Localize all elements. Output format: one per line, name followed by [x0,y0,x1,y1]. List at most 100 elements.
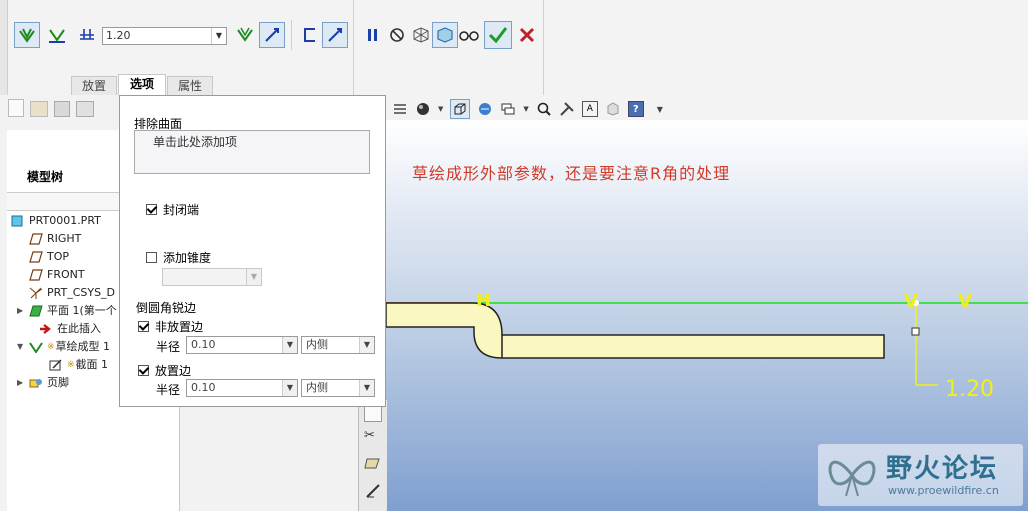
tree-item-sketch-form[interactable]: ▼ ※ 草绘成型 1 [11,338,117,356]
chevron-down-icon[interactable]: ▼ [438,105,443,113]
placement-label: 放置边 [155,364,192,378]
tree-item-label: TOP [47,250,70,263]
tree-item-label: RIGHT [47,232,82,245]
toolbar-overflow-icon[interactable]: ▼ [657,105,663,114]
flip-side-icon[interactable] [232,22,258,48]
model-tree-list: PRT0001.PRT RIGHT TOP FRONT PRT_CSYS_D ▶… [11,212,117,392]
tree-item-footer[interactable]: ▶ 页脚 [11,374,117,392]
chevron-down-icon[interactable]: ▼ [211,28,226,44]
datum-plane-icon [29,233,43,245]
sketch-tool-strip: ✂ [358,400,387,511]
closed-ends-checkbox[interactable]: 封闭端 [146,201,199,218]
side-icon[interactable] [297,22,323,48]
open-file-icon[interactable] [30,101,48,117]
text-sketch-icon[interactable] [364,482,382,500]
add-taper-label: 添加锥度 [163,251,212,265]
model-display-icon[interactable] [605,101,621,117]
checkbox-checked-icon[interactable] [146,204,157,215]
checkbox-checked-icon[interactable] [138,365,149,376]
chevron-down-icon[interactable]: ▼ [359,337,374,353]
tree-item-top[interactable]: TOP [11,248,117,266]
trim-icon[interactable]: ✂ [364,428,375,443]
tree-item-part[interactable]: PRT0001.PRT [11,212,117,230]
butterfly-logo-icon [828,460,876,497]
non-placement-label: 非放置边 [155,320,204,334]
expand-arrow-icon[interactable]: ▶ [17,374,29,392]
flip-material-icon[interactable] [259,22,285,48]
taper-value-dropdown[interactable]: ▼ [162,268,262,286]
watermark-url: www.proewildfire.cn [888,484,999,497]
tree-item-csys[interactable]: PRT_CSYS_D [11,284,117,302]
chevron-down-icon[interactable]: ▼ [359,380,374,396]
placement-radius-dropdown[interactable]: 0.10 ▼ [186,379,298,397]
view-list-icon[interactable] [392,101,408,117]
radius-label: 半径 [156,383,181,397]
tools-icon[interactable] [559,101,575,117]
feature-dashboard: 1.20 ▼ 放置 选项 属性 [0,0,1028,96]
new-file-icon[interactable] [8,99,24,117]
non-placement-radius-dropdown[interactable]: 0.10 ▼ [186,336,298,354]
placement-side-dropdown[interactable]: 内侧 ▼ [301,379,375,397]
print-icon[interactable] [76,101,94,117]
placement-checkbox[interactable]: 放置边 [138,362,191,379]
graphics-canvas[interactable]: 草绘成形外部参数，还是要注意R角的处理 H V V 1.20 野火论坛 www.… [386,120,1028,511]
pause-icon[interactable] [360,22,386,48]
closed-ends-label: 封闭端 [163,203,200,217]
tree-item-label: 草绘成型 1 [55,340,111,353]
plane-feature-icon [29,305,43,317]
collector-placeholder: 单击此处添加项 [153,135,238,149]
preview-solid-icon[interactable] [432,22,458,48]
tree-item-section[interactable]: ※ 截面 1 [11,356,117,374]
tree-item-label: 平面 1(第一个 [47,304,117,317]
chevron-down-icon[interactable]: ▼ [282,337,297,353]
thicken-icon[interactable] [44,22,70,48]
sheetmetal-form-icon[interactable] [14,22,40,48]
orient-cube-icon[interactable] [450,99,471,119]
csys-icon [29,287,43,299]
add-taper-checkbox[interactable]: 添加锥度 [146,249,211,266]
accept-checkmark-icon[interactable] [484,21,512,49]
side-value-text: 内侧 [306,338,328,351]
tree-item-plane-feature[interactable]: ▶ 平面 1(第一个 [11,302,117,320]
help-icon[interactable]: ? [627,101,644,117]
model-tree-title: 模型树 [27,170,64,184]
checkbox-unchecked-icon[interactable] [146,252,157,263]
dim-value-text: 1.20 [106,29,131,42]
thickness-dir-icon[interactable] [74,22,100,48]
tree-item-insert-here[interactable]: 在此插入 [11,320,117,338]
dashboard-grip[interactable] [0,0,8,95]
dimension-label[interactable]: 1.20 [945,377,994,402]
tab-options[interactable]: 选项 [118,74,166,95]
no-preview-icon[interactable] [384,22,410,48]
expand-arrow-icon[interactable]: ▶ [17,302,29,320]
non-placement-side-dropdown[interactable]: 内侧 ▼ [301,336,375,354]
non-placement-checkbox[interactable]: 非放置边 [138,318,203,335]
tab-placement[interactable]: 放置 [71,76,117,95]
tree-item-label: 页脚 [47,376,69,389]
palette-icon[interactable] [364,456,382,470]
tab-properties[interactable]: 属性 [167,76,213,95]
part-icon [11,215,25,227]
new-feature-marker-icon: ※ [67,360,75,370]
saved-views-icon[interactable] [477,101,493,117]
cancel-x-icon[interactable] [514,22,540,48]
chevron-down-icon[interactable]: ▼ [282,380,297,396]
preview-mesh-icon[interactable] [408,22,434,48]
search-icon[interactable] [536,101,552,117]
dim-value-dropdown[interactable]: 1.20 ▼ [102,27,227,45]
save-icon[interactable] [54,101,70,117]
glasses-icon[interactable] [456,22,482,48]
chevron-down-icon[interactable]: ▼ [523,105,528,113]
chevron-down-icon[interactable]: ▼ [246,269,261,285]
checkbox-checked-icon[interactable] [138,321,149,332]
shading-sphere-icon[interactable] [415,101,431,117]
collapse-arrow-icon[interactable]: ▼ [17,338,29,356]
annotation-display-icon[interactable]: A [581,101,598,117]
exclude-surfaces-collector[interactable]: 单击此处添加项 [134,130,370,174]
layer-icon[interactable] [500,101,516,117]
watermark: 野火论坛 www.proewildfire.cn [818,444,1023,506]
tree-item-front[interactable]: FRONT [11,266,117,284]
flip-direction-icon[interactable] [322,22,348,48]
tree-item-label: PRT0001.PRT [29,214,101,227]
tree-item-right[interactable]: RIGHT [11,230,117,248]
